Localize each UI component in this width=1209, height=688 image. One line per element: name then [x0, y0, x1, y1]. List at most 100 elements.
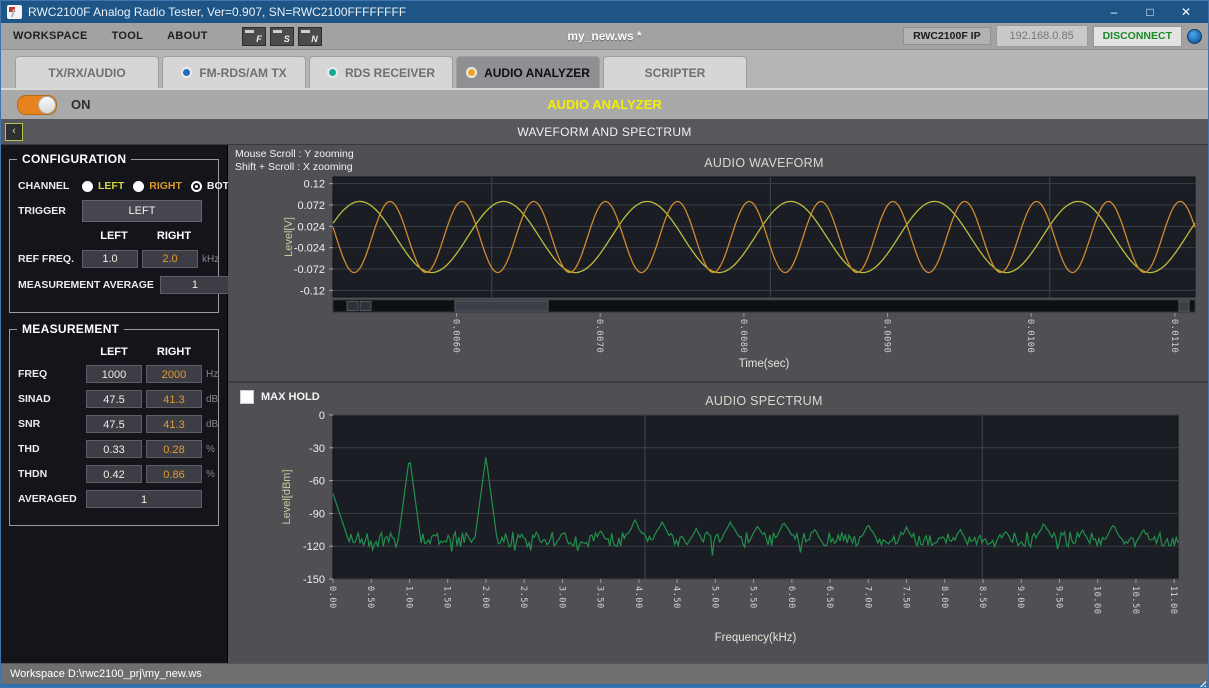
svg-text:1.50: 1.50 [442, 586, 452, 609]
spectrum-y-axis-label: Level[dBm] [281, 469, 293, 524]
measurement-label: FREQ [18, 368, 86, 380]
svg-text:0.0100: 0.0100 [1025, 319, 1035, 353]
rds-receiver-status-dot-icon [327, 67, 338, 78]
trigger-select[interactable]: LEFT [82, 200, 202, 222]
measurement-row-thd: THD0.330.28% [18, 440, 210, 458]
title-bar: RWC2100F Analog Radio Tester, Ver=0.907,… [1, 1, 1208, 23]
close-button[interactable]: ✕ [1168, 1, 1204, 23]
measurement-label: THDN [18, 468, 86, 480]
toolbar: FSN [242, 27, 322, 46]
configuration-title: CONFIGURATION [17, 152, 131, 166]
svg-text:11.00: 11.00 [1168, 586, 1178, 615]
disconnect-button[interactable]: DISCONNECT [1093, 26, 1182, 47]
tab-strip: TX/RX/AUDIO FM-RDS/AM TX RDS RECEIVER AUDIO… [1, 50, 1208, 90]
minimize-button[interactable]: – [1096, 1, 1132, 23]
svg-text:10.00: 10.00 [1092, 586, 1102, 615]
radio-icon[interactable] [191, 181, 202, 192]
tab-scripter[interactable]: SCRIPTER [603, 56, 747, 88]
scrollbar-left-button[interactable] [347, 302, 358, 311]
waveform-y-axis-label: Level[V] [283, 217, 295, 257]
ref-freq-left-input[interactable] [82, 250, 138, 268]
ip-label: RWC2100F IP [903, 27, 991, 45]
svg-text:-60: -60 [309, 476, 325, 488]
svg-text:10.50: 10.50 [1130, 586, 1140, 615]
svg-text:9.00: 9.00 [1015, 586, 1025, 609]
svg-text:0.0060: 0.0060 [451, 319, 461, 353]
waveform-section: Mouse Scroll : Y zooming Shift + Scroll … [228, 145, 1208, 379]
right-value: 0.28 [146, 440, 202, 458]
channel-option-left[interactable]: LEFT [82, 180, 124, 192]
svg-text:0: 0 [319, 410, 325, 422]
tab-label: SCRIPTER [645, 66, 706, 80]
audio-analyzer-status-dot-icon [466, 67, 477, 78]
menu-workspace[interactable]: WORKSPACE [1, 30, 100, 42]
sub-header: ‹ WAVEFORM AND SPECTRUM [1, 119, 1208, 145]
window-bottom-edge [1, 684, 1208, 688]
window-title: RWC2100F Analog Radio Tester, Ver=0.907,… [28, 5, 1096, 19]
averaged-value: 1 [86, 490, 202, 508]
right-value: 0.86 [146, 465, 202, 483]
ip-input[interactable] [996, 25, 1088, 47]
meas-col-right: RIGHT [146, 346, 202, 358]
tab-label: AUDIO ANALYZER [484, 66, 590, 80]
svg-text:0.0080: 0.0080 [738, 319, 748, 353]
scrollbar-right-button[interactable] [1179, 301, 1189, 311]
unit-label: % [206, 469, 215, 480]
svg-text:-90: -90 [309, 508, 325, 520]
channel-radio-group: LEFTRIGHTBOTH [82, 180, 246, 192]
menu-about[interactable]: ABOUT [155, 30, 220, 42]
toggle-state-label: ON [71, 97, 91, 112]
svg-text:-150: -150 [303, 574, 325, 586]
measurement-label: SINAD [18, 393, 86, 405]
svg-text:8.00: 8.00 [939, 586, 949, 609]
svg-text:-0.12: -0.12 [300, 285, 325, 297]
ref-freq-right-input[interactable] [142, 250, 198, 268]
tab-audio-analyzer[interactable]: AUDIO ANALYZER [456, 56, 600, 88]
spectrum-chart: 0-30-60-90-120-1500.000.501.001.502.002.… [228, 383, 1208, 665]
unit-label: dB [206, 394, 218, 405]
section-title: AUDIO ANALYZER [1, 97, 1208, 112]
svg-text:1.00: 1.00 [403, 586, 413, 609]
measurement-label: THD [18, 443, 86, 455]
svg-text:7.50: 7.50 [901, 586, 911, 609]
measurement-average-input[interactable] [160, 276, 230, 294]
fm-rds-am-tx-status-dot-icon [181, 67, 192, 78]
scrollbar-thumb[interactable] [455, 301, 548, 311]
radio-icon[interactable] [82, 181, 93, 192]
tab-label: RDS RECEIVER [345, 66, 435, 80]
svg-text:-30: -30 [309, 443, 325, 455]
scrollbar-left-button-2[interactable] [360, 302, 371, 311]
svg-text:-0.024: -0.024 [294, 243, 325, 255]
unit-label: dB [206, 419, 218, 430]
workspace-path: Workspace D:\rwc2100_prj\my_new.ws [10, 668, 202, 680]
tab-label: TX/RX/AUDIO [48, 66, 125, 80]
svg-text:0.12: 0.12 [304, 179, 325, 191]
waveform-plot-area[interactable] [333, 177, 1195, 297]
channel-option-right[interactable]: RIGHT [133, 180, 182, 192]
new-workspace-icon[interactable]: N [298, 27, 322, 46]
measurement-group: MEASUREMENT LEFT RIGHT FREQ10002000HzSIN… [9, 329, 219, 526]
radio-icon[interactable] [133, 181, 144, 192]
maximize-button[interactable]: □ [1132, 1, 1168, 23]
analyzer-on-toggle[interactable] [17, 95, 57, 115]
collapse-panel-button[interactable]: ‹ [5, 123, 23, 141]
tab-tx-rx-audio[interactable]: TX/RX/AUDIO [15, 56, 159, 88]
save-workspace-icon[interactable]: S [270, 27, 294, 46]
unit-label: Hz [206, 369, 218, 380]
channel-label: CHANNEL [18, 180, 82, 192]
svg-text:0.50: 0.50 [365, 586, 375, 609]
tab-rds-receiver[interactable]: RDS RECEIVER [309, 56, 453, 88]
svg-text:3.50: 3.50 [595, 586, 605, 609]
app-window: RWC2100F Analog Radio Tester, Ver=0.907,… [0, 0, 1209, 688]
configuration-group: CONFIGURATION CHANNEL LEFTRIGHTBOTH TRIG… [9, 159, 219, 313]
svg-text:0.024: 0.024 [297, 221, 325, 233]
menu-bar: WORKSPACE TOOL ABOUT FSN my_new.ws * RWC… [1, 23, 1208, 50]
menu-tool[interactable]: TOOL [100, 30, 156, 42]
resize-grip[interactable] [1198, 681, 1206, 688]
radio-label: RIGHT [149, 180, 182, 192]
tab-fm-rds-am-tx[interactable]: FM-RDS/AM TX [162, 56, 306, 88]
spectrum-plot-area[interactable] [333, 415, 1178, 579]
spectrum-x-axis-label: Frequency(kHz) [715, 632, 797, 644]
svg-text:0.072: 0.072 [297, 200, 325, 212]
frequency-table-icon[interactable]: F [242, 27, 266, 46]
